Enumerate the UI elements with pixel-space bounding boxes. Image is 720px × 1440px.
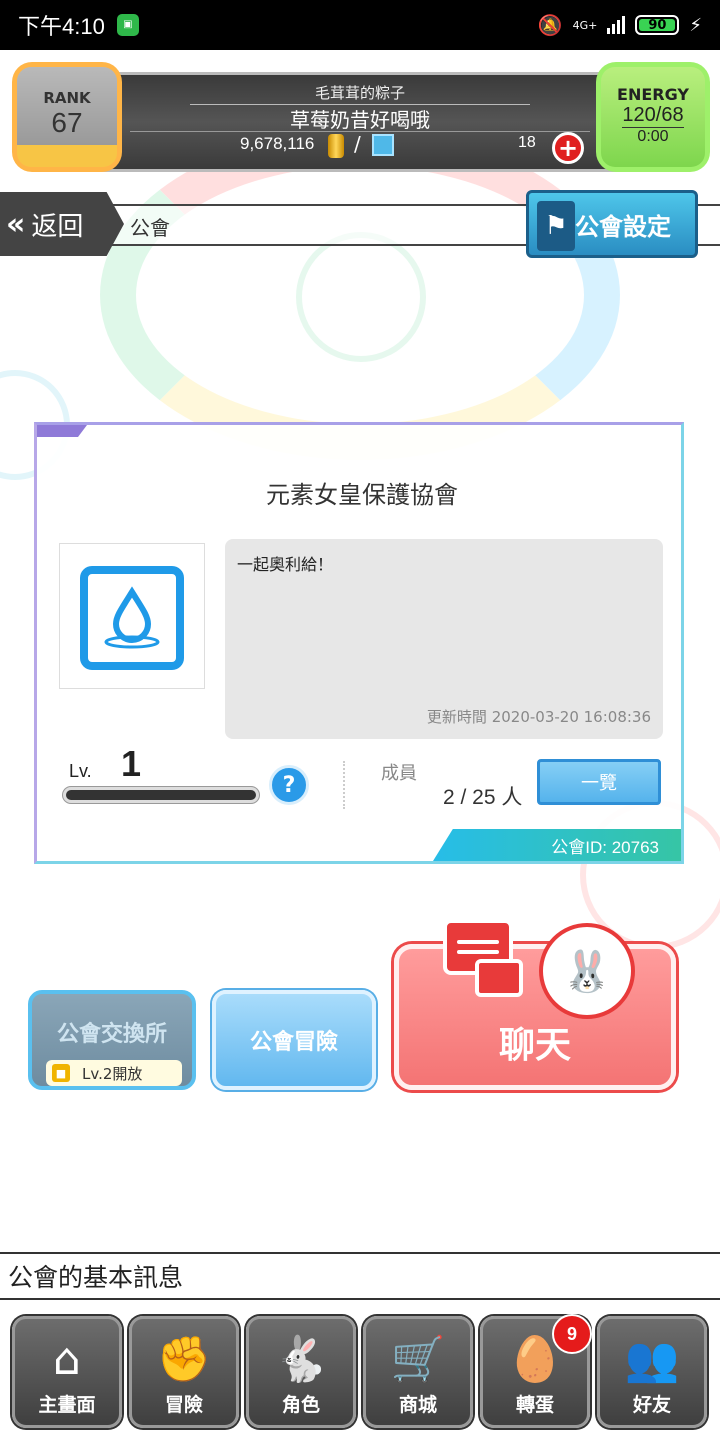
nav-adventure-button[interactable]: ✊ 冒險	[129, 1316, 239, 1428]
currency-separator: /	[354, 132, 361, 156]
guild-flag-icon: ⚑	[537, 201, 575, 251]
level-value: 1	[121, 743, 142, 784]
chat-label: 聊天	[498, 1025, 571, 1066]
energy-value: 120/68	[622, 104, 684, 128]
friends-icon: 👥	[624, 1334, 680, 1385]
bunny-mascot-icon: 🐰	[539, 923, 635, 1019]
status-bar: 下午4:10 ▣ 🔕 4G+ 90 ⚡	[0, 0, 720, 50]
bottom-navigation: ⌂ 主畫面 ✊ 冒險 🐇 角色 🛒 商城 🥚 轉蛋 👥 好友	[0, 1300, 720, 1440]
card-divider	[343, 761, 345, 809]
home-icon: ⌂	[53, 1334, 81, 1385]
charging-icon: ⚡	[689, 14, 702, 36]
breadcrumb: 公會	[130, 216, 170, 240]
guild-adventure-button[interactable]: 公會冒險	[212, 990, 376, 1090]
gold-coin-icon	[328, 134, 344, 158]
nav-label: 角色	[281, 1394, 320, 1416]
nav-label: 商城	[398, 1394, 437, 1416]
rank-inner: RANK 67	[17, 67, 117, 167]
rank-value: 67	[51, 107, 83, 138]
add-currency-button[interactable]: +	[552, 132, 584, 164]
rank-badge: RANK 67	[12, 62, 122, 172]
card-corner-tag	[37, 425, 87, 437]
water-drop-icon	[80, 566, 184, 670]
battery-level: 90	[648, 17, 667, 33]
experience-bar	[63, 787, 259, 803]
gem-cube-icon	[372, 134, 394, 156]
energy-inner: ENERGY 120/68 0:00	[601, 67, 705, 167]
double-chevron-left-icon: «	[6, 206, 26, 242]
plus-icon: +	[557, 134, 579, 162]
player-guild-name: 草莓奶昔好喝哦	[290, 108, 430, 132]
battery-icon: 90	[635, 15, 680, 35]
status-time: 下午4:10	[18, 14, 105, 39]
info-bar: 公會的基本訊息	[0, 1252, 720, 1300]
chat-button[interactable]: 🐰 聊天	[394, 919, 676, 1090]
lock-icon: ■	[52, 1064, 70, 1082]
nav-home-button[interactable]: ⌂ 主畫面	[12, 1316, 122, 1428]
nav-label: 轉蛋	[515, 1394, 554, 1416]
guild-settings-button[interactable]: ⚑ 公會設定	[526, 190, 698, 258]
gacha-notification-badge: 9	[552, 1314, 592, 1354]
question-icon: ?	[282, 772, 296, 798]
guild-exchange-label: 公會交換所	[56, 1022, 167, 1047]
level-label: Lv.	[69, 761, 92, 781]
signal-icon	[607, 16, 626, 34]
network-type: 4G+	[572, 18, 598, 32]
nav-shop-button[interactable]: 🛒 商城	[363, 1316, 473, 1428]
bunny-icon: 🐇	[273, 1334, 329, 1385]
chat-bubble-secondary-icon	[475, 959, 523, 997]
energy-badge[interactable]: ENERGY 120/68 0:00	[596, 62, 710, 172]
nav-label: 主畫面	[38, 1394, 96, 1416]
unlock-requirement: ■ Lv.2開放	[46, 1060, 182, 1086]
cart-icon: 🛒	[390, 1334, 446, 1385]
rank-label: RANK	[43, 89, 91, 107]
back-label: 返回	[31, 211, 84, 242]
nav-character-button[interactable]: 🐇 角色	[246, 1316, 356, 1428]
level-help-button[interactable]: ?	[269, 765, 309, 805]
energy-timer: 0:00	[637, 128, 669, 145]
guild-info-card: 元素女皇保護協會 一起奧利給！ 更新時間 2020-03-20 16:08:36…	[34, 422, 684, 864]
energy-label: ENERGY	[617, 85, 689, 104]
fist-icon: ✊	[156, 1334, 212, 1385]
background-decoration	[296, 232, 426, 362]
back-button[interactable]: « 返回	[0, 192, 124, 256]
unlock-level-text: Lv.2開放	[82, 1064, 143, 1083]
nav-label: 冒險	[164, 1394, 203, 1416]
player-name: 毛茸茸的粽子	[314, 84, 405, 102]
guild-message-box: 一起奧利給！ 更新時間 2020-03-20 16:08:36	[225, 539, 663, 739]
nav-friends-button[interactable]: 👥 好友	[597, 1316, 707, 1428]
guild-emblem-frame	[59, 543, 205, 689]
guild-adventure-label: 公會冒險	[249, 1030, 338, 1055]
app-notification-icon: ▣	[116, 14, 139, 36]
gem-amount: 18	[518, 134, 536, 151]
guild-id: 公會ID: 20763	[433, 829, 681, 861]
gold-amount: 9,678,116	[240, 134, 315, 153]
water-drop-svg	[104, 586, 160, 649]
updated-timestamp: 更新時間 2020-03-20 16:08:36	[426, 708, 651, 726]
guild-message: 一起奧利給！	[237, 555, 334, 574]
members-count: 2 / 25 人	[443, 786, 523, 809]
nav-label: 好友	[632, 1394, 671, 1416]
status-right: 🔕 4G+ 90 ⚡	[538, 13, 702, 37]
members-label: 成員	[381, 763, 417, 784]
mute-icon: 🔕	[537, 13, 563, 37]
member-list-button[interactable]: 一覽	[537, 759, 661, 805]
guild-title: 元素女皇保護協會	[266, 481, 458, 509]
guild-exchange-button[interactable]: 公會交換所 ■ Lv.2開放	[28, 990, 196, 1090]
guild-settings-label: 公會設定	[575, 212, 671, 241]
